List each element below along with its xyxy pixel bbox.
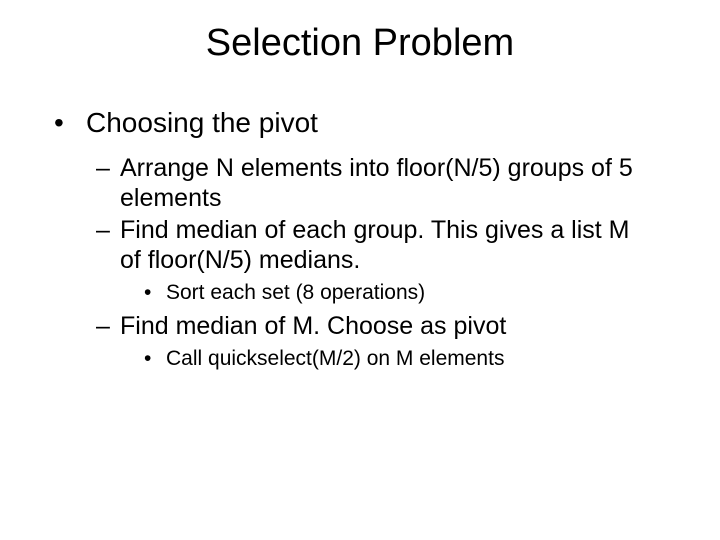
bullet-dot-icon: • — [144, 281, 166, 305]
bullet-level3: • Sort each set (8 operations) — [54, 281, 690, 305]
bullet-level2: – Arrange N elements into floor(N/5) gro… — [54, 153, 690, 213]
bullet-text: Arrange N elements into floor(N/5) group… — [120, 153, 640, 213]
bullet-dash-icon: – — [96, 311, 120, 341]
slide-body: • Choosing the pivot – Arrange N element… — [0, 107, 720, 371]
bullet-level1: • Choosing the pivot — [54, 107, 690, 139]
slide-title: Selection Problem — [0, 22, 720, 65]
bullet-dash-icon: – — [96, 215, 120, 275]
bullet-text: Choosing the pivot — [86, 107, 318, 139]
bullet-dot-icon: • — [54, 107, 86, 139]
bullet-dash-icon: – — [96, 153, 120, 213]
bullet-text: Sort each set (8 operations) — [166, 281, 425, 305]
bullet-level3: • Call quickselect(M/2) on M elements — [54, 347, 690, 371]
bullet-text: Find median of M. Choose as pivot — [120, 311, 506, 341]
bullet-text: Find median of each group. This gives a … — [120, 215, 640, 275]
bullet-level2: – Find median of M. Choose as pivot — [54, 311, 690, 341]
bullet-level2: – Find median of each group. This gives … — [54, 215, 690, 275]
bullet-text: Call quickselect(M/2) on M elements — [166, 347, 504, 371]
bullet-dot-icon: • — [144, 347, 166, 371]
